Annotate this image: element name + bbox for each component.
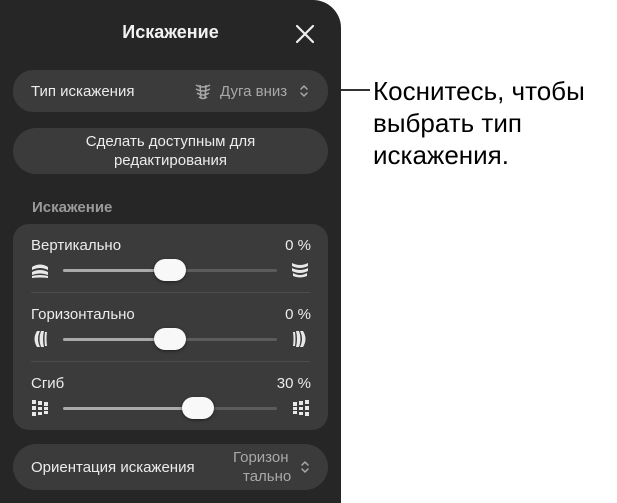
horizontal-right-icon [293,331,306,347]
make-editable-line1: Сделать доступным для [85,133,256,150]
bend-slider-fill [63,407,198,410]
warp-type-label: Тип искажения [31,83,135,100]
chevron-up-down-icon [301,461,309,473]
make-editable-button[interactable]: Сделать доступным для редактирования [13,128,328,174]
bend-slider-thumb[interactable] [182,397,214,419]
bend-right-icon [293,400,309,416]
horizontal-slider-thumb[interactable] [154,328,186,350]
section-header: Искажение [32,199,113,216]
bend-slider-track[interactable] [63,407,277,410]
orientation-label: Ориентация искажения [31,459,195,476]
close-icon[interactable] [293,22,317,46]
horizontal-value: 0 % [285,306,311,323]
divider [31,292,310,293]
vertical-slider-thumb[interactable] [154,259,186,281]
callout-line-1: Коснитесь, чтобы [373,76,585,106]
warp-type-value: Дуга вниз [220,83,288,100]
vertical-left-icon [32,264,48,278]
bend-value: 30 % [276,375,311,392]
callout-line-2: выбрать тип [373,108,522,138]
divider [31,361,310,362]
bend-label: Сгиб [31,375,65,392]
warp-sliders-group: Вертикально 0 % Горизонтально 0 % Сгиб 3… [13,224,328,430]
arc-down-warp-icon [195,84,211,100]
horizontal-label: Горизонтально [31,306,135,323]
warp-type-row[interactable]: Тип искажения Дуга вниз [13,70,328,112]
vertical-label: Вертикально [31,237,122,254]
orientation-value-line1: Горизон [233,449,289,466]
vertical-right-icon [292,263,308,278]
warp-panel: Искажение Тип искажения Дуга вниз Сделат… [0,0,341,503]
panel-title: Искажение [122,22,219,42]
callout-line [341,89,370,91]
horizontal-left-icon [34,331,47,347]
orientation-row[interactable]: Ориентация искажения Горизон тально [13,444,328,490]
bend-left-icon [32,400,48,416]
make-editable-line2: редактирования [113,152,228,169]
orientation-value-line2: тально [243,468,292,485]
chevron-up-down-icon [300,85,308,97]
callout-text: Коснитесь, чтобы выбрать тип искажения. [373,75,617,171]
vertical-value: 0 % [285,237,311,254]
callout-line-3: искажения. [373,140,509,170]
